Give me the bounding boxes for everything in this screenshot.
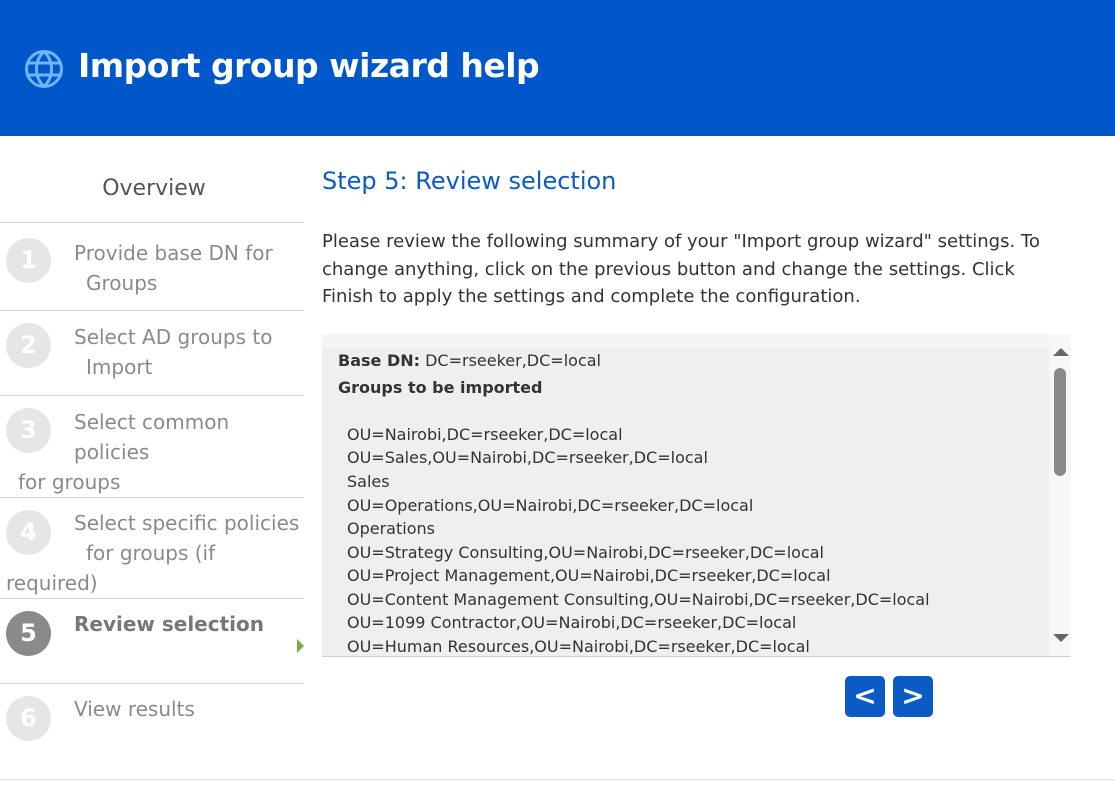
- group-item: OU=Strategy Consulting,OU=Nairobi,DC=rse…: [347, 543, 824, 562]
- group-item: OU=Sales,OU=Nairobi,DC=rseeker,DC=local: [347, 448, 708, 467]
- step-number-badge: 2: [6, 323, 51, 368]
- step-item-5[interactable]: 5 Review selection: [0, 598, 304, 684]
- header-bar: Import group wizard help: [0, 0, 1115, 136]
- group-item: OU=Content Management Consulting,OU=Nair…: [347, 590, 930, 609]
- step-title: Step 5: Review selection: [322, 167, 617, 195]
- step-item-1[interactable]: 1 Provide base DN for Groups: [0, 222, 304, 310]
- step-label-wrap: for groups: [18, 470, 121, 494]
- group-item: OU=Operations,OU=Nairobi,DC=rseeker,DC=l…: [347, 496, 754, 515]
- intro-text: Please review the following summary of y…: [322, 231, 1040, 307]
- base-dn-line: Base DN: DC=rseeker,DC=local: [338, 351, 601, 370]
- groups-heading: Groups to be imported: [338, 378, 543, 397]
- summary-content: Base DN: DC=rseeker,DC=local Groups to b…: [322, 348, 1049, 656]
- group-item: OU=Nairobi,DC=rseeker,DC=local: [347, 425, 623, 444]
- step-label: Select AD groups to Import: [74, 325, 273, 379]
- step-item-3[interactable]: 3 Select common policies for groups: [0, 395, 304, 498]
- step-label: Provide base DN for Groups: [74, 241, 273, 295]
- wizard-steps-sidebar: Overview 1 Provide base DN for Groups 2 …: [0, 136, 306, 776]
- step-label: Review selection: [74, 612, 264, 636]
- step-item-2[interactable]: 2 Select AD groups to Import: [0, 310, 304, 396]
- base-dn-value: DC=rseeker,DC=local: [420, 351, 601, 370]
- step-label: Select common policies: [74, 410, 230, 464]
- group-item: OU=Project Management,OU=Nairobi,DC=rsee…: [347, 566, 831, 585]
- group-item: OU=1099 Contractor,OU=Nairobi,DC=rseeker…: [347, 613, 797, 632]
- scroll-thumb[interactable]: [1054, 368, 1066, 476]
- footer-divider: [0, 779, 1115, 780]
- overview-heading: Overview: [102, 176, 206, 201]
- step-number-badge: 1: [6, 238, 51, 283]
- step-label: View results: [74, 697, 195, 721]
- current-step-arrow-icon: [297, 639, 304, 653]
- summary-panel[interactable]: Base DN: DC=rseeker,DC=local Groups to b…: [322, 334, 1071, 657]
- next-button[interactable]: >: [893, 676, 933, 717]
- globe-icon: [25, 50, 63, 88]
- group-item: Operations: [347, 519, 435, 538]
- group-item: Sales: [347, 472, 390, 491]
- step-number-badge: 3: [6, 408, 51, 453]
- step-label: Select specific policies for groups (if: [74, 511, 300, 565]
- step-label-wrap: required): [6, 571, 98, 595]
- base-dn-label: Base DN:: [338, 351, 421, 370]
- step-number-badge: 5: [6, 611, 51, 656]
- scroll-down-arrow-icon[interactable]: [1053, 634, 1069, 642]
- page-title: Import group wizard help: [78, 46, 540, 85]
- step-number-badge: 4: [6, 510, 51, 555]
- group-item: OU=Human Resources,OU=Nairobi,DC=rseeker…: [347, 637, 810, 656]
- step-item-4[interactable]: 4 Select specific policies for groups (i…: [0, 497, 304, 598]
- step-item-6[interactable]: 6 View results: [0, 683, 304, 763]
- scroll-up-arrow-icon[interactable]: [1053, 348, 1069, 356]
- summary-scrollbar[interactable]: [1049, 334, 1071, 656]
- previous-button[interactable]: <: [845, 676, 885, 717]
- step-number-badge: 6: [6, 696, 51, 741]
